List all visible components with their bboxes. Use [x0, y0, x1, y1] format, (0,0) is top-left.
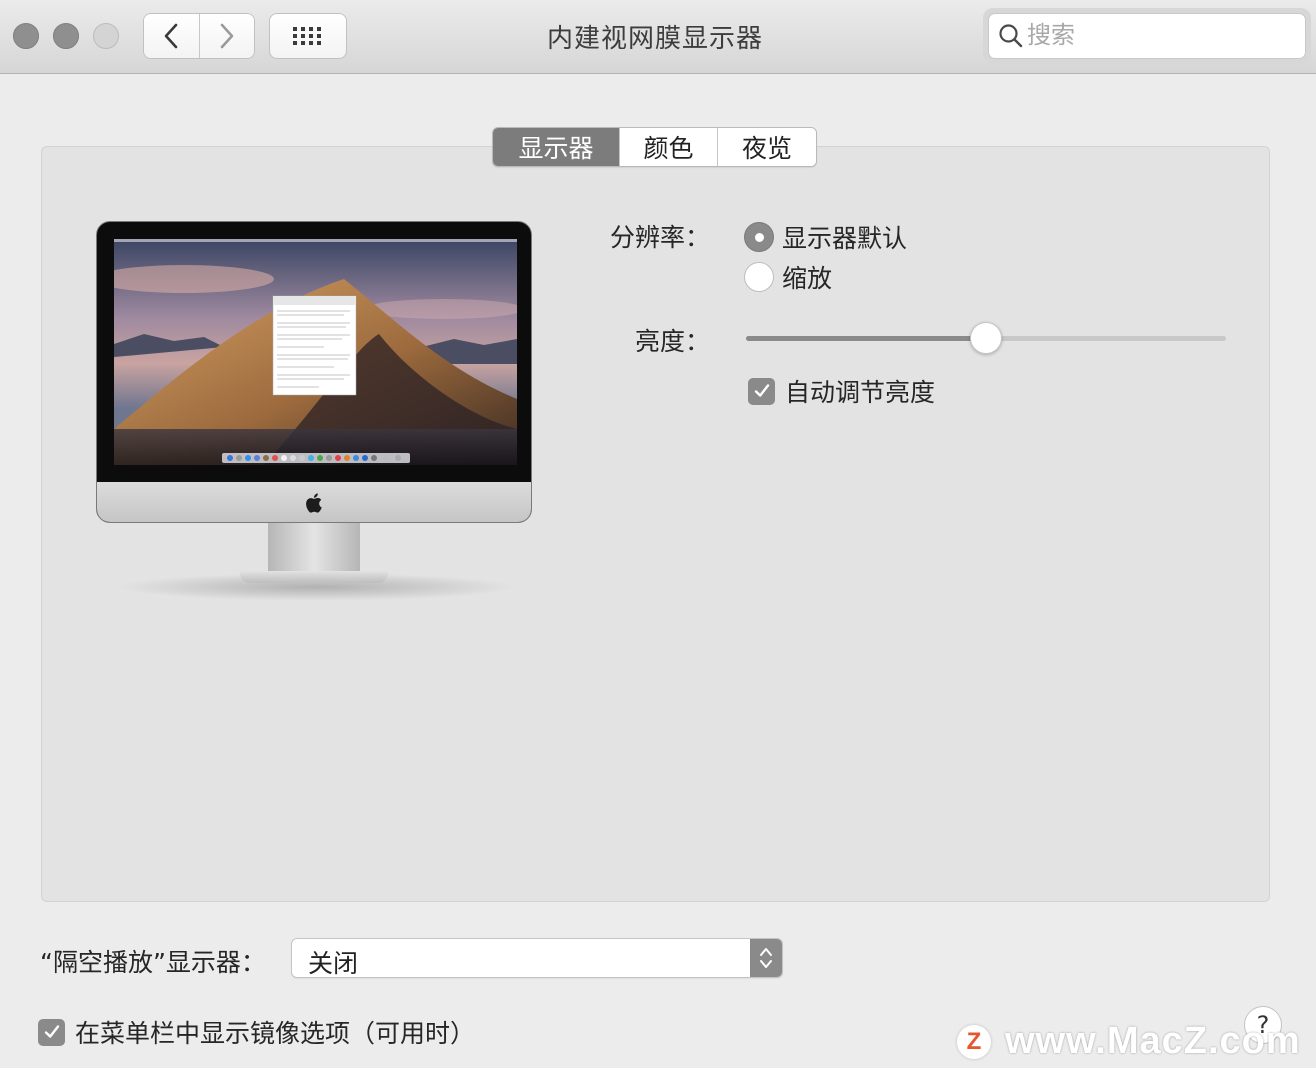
imac-stand	[268, 523, 360, 575]
watermark-logo: Z	[957, 1024, 991, 1059]
resolution-label: 分辨率：	[609, 223, 710, 252]
zoom-window-button[interactable]	[93, 23, 119, 49]
watermark-text: www.MacZ.com	[1005, 1020, 1301, 1062]
forward-button[interactable]	[198, 14, 254, 58]
grid-icon	[293, 27, 321, 45]
search-icon	[999, 24, 1023, 48]
chevron-left-icon	[164, 23, 178, 49]
search-field[interactable]	[988, 13, 1306, 59]
radio-button-selected[interactable]	[744, 222, 774, 252]
resolution-option-scaled[interactable]: 缩放	[744, 259, 832, 295]
search-input[interactable]	[1027, 18, 1297, 52]
select-stepper[interactable]	[750, 939, 782, 977]
tab-display[interactable]: 显示器	[493, 128, 619, 166]
window-title: 内建视网膜显示器	[546, 24, 763, 54]
desktop-wallpaper	[114, 239, 517, 465]
minimize-window-button[interactable]	[53, 23, 79, 49]
back-button[interactable]	[144, 14, 199, 58]
apple-logo-icon	[306, 493, 322, 513]
brightness-slider-fill	[746, 336, 986, 341]
airplay-display-select[interactable]: 关闭	[291, 938, 783, 978]
window-toolbar: 内建视网膜显示器	[0, 0, 1316, 74]
tab-night-shift[interactable]: 夜览	[717, 128, 816, 166]
up-down-chevron-icon	[760, 948, 772, 968]
mojave-dunes-image	[114, 239, 517, 465]
airplay-display-value: 关闭	[308, 949, 359, 978]
radio-button[interactable]	[744, 262, 774, 292]
checkmark-icon	[44, 1025, 59, 1038]
chevron-right-icon	[220, 23, 234, 49]
tab-bar: 显示器 颜色 夜览	[492, 127, 817, 167]
airplay-display-label: “隔空播放”显示器：	[40, 948, 266, 977]
tab-color[interactable]: 颜色	[619, 128, 717, 166]
mirroring-label: 在菜单栏中显示镜像选项（可用时）	[75, 1019, 476, 1048]
imac-display	[96, 221, 532, 523]
auto-brightness-label: 自动调节亮度	[785, 378, 936, 407]
resolution-option-default[interactable]: 显示器默认	[744, 219, 907, 255]
mirroring-checkbox[interactable]	[38, 1018, 65, 1046]
close-window-button[interactable]	[13, 23, 39, 49]
search-field-container	[983, 8, 1311, 64]
imac-stand-foot	[240, 571, 388, 583]
brightness-slider-knob[interactable]	[970, 322, 1002, 354]
watermark: Z www.MacZ.com	[957, 1020, 1301, 1063]
checkmark-icon	[754, 384, 769, 397]
show-all-button[interactable]	[269, 13, 347, 59]
imac-illustration	[96, 221, 533, 601]
auto-brightness-checkbox[interactable]	[748, 377, 775, 405]
imac-chin	[97, 482, 531, 522]
brightness-label: 亮度：	[634, 327, 710, 356]
mirroring-checkbox-row[interactable]: 在菜单栏中显示镜像选项（可用时）	[38, 1014, 475, 1050]
resolution-option-default-label: 显示器默认	[782, 224, 908, 253]
navigation-buttons	[143, 13, 255, 59]
resolution-option-scaled-label: 缩放	[782, 264, 833, 293]
auto-brightness-checkbox-row[interactable]: 自动调节亮度	[748, 373, 935, 409]
